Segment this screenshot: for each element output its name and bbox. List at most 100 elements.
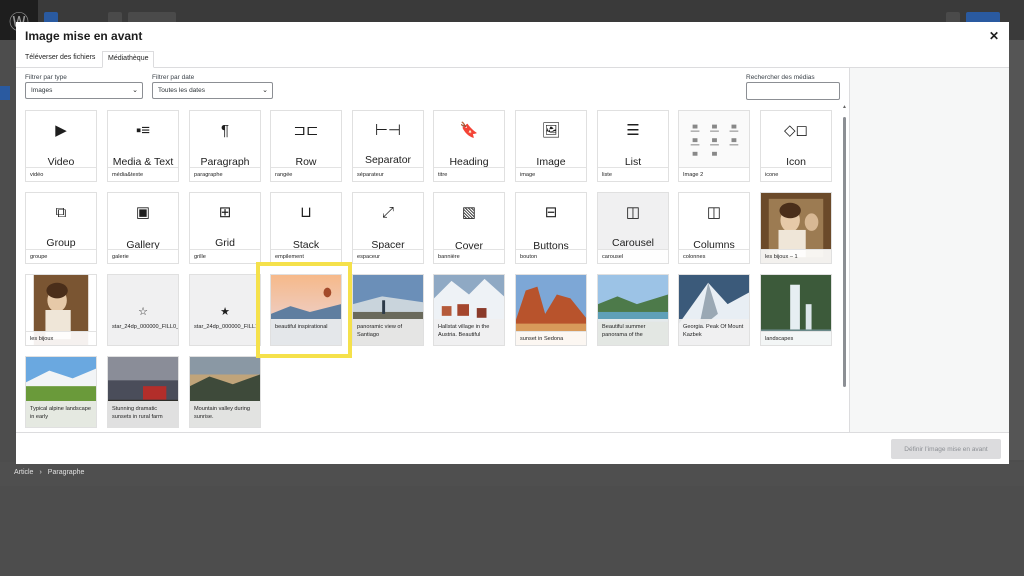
star-outline-icon: ☆	[138, 306, 148, 318]
tile-title: Carousel	[611, 237, 655, 249]
media-tile-summer-panorama[interactable]: Beautiful summer panorama of the	[597, 274, 669, 346]
tile-caption: panoramic view of Santiago	[353, 319, 423, 345]
gallery-icon: ▣	[135, 204, 151, 221]
tile-caption: média&texte	[108, 167, 178, 181]
media-tile-gallery[interactable]: ▣ Gallery galerie	[107, 192, 179, 264]
tile-caption: titre	[434, 167, 504, 181]
tile-caption: Stunning dramatic sunsets in rural farm	[108, 401, 178, 427]
media-tile-row[interactable]: ⊐⊏ Row rangée	[270, 110, 342, 182]
media-tile-carousel[interactable]: ◫ Carousel carousel	[597, 192, 669, 264]
scroll-up-icon[interactable]: ▲	[842, 104, 847, 110]
row-icon: ⊐⊏	[293, 122, 319, 139]
paragraph-icon: ¶	[220, 122, 230, 139]
tile-caption: espaceur	[353, 249, 423, 263]
tile-caption: image	[516, 167, 586, 181]
breadcrumb-item[interactable]: Article	[14, 469, 33, 476]
media-tile-star-filled[interactable]: ★ star_24dp_000000_FILL1_wght400_GRAD0	[189, 274, 261, 346]
media-tile-georgia[interactable]: Georgia. Peak Of Mount Kazbek	[678, 274, 750, 346]
buttons-icon: ⊟	[544, 204, 558, 221]
media-tile-paragraph[interactable]: ¶ Paragraph paragraphe	[189, 110, 261, 182]
tile-caption: icone	[761, 167, 831, 181]
tile-caption: galerie	[108, 249, 178, 263]
resize-icon: ⤢	[381, 204, 394, 221]
tile-caption: rangée	[271, 167, 341, 181]
scroll-thumb[interactable]	[843, 117, 846, 387]
media-tile-landscapes[interactable]: landscapes	[760, 274, 832, 346]
chevron-down-icon: ⌄	[132, 87, 138, 94]
filter-type-label: Filtrer par type	[25, 74, 67, 81]
tile-caption: Image 2	[679, 167, 749, 181]
tile-caption: landscapes	[761, 331, 831, 345]
media-tile-group[interactable]: ⧉ Group groupe	[25, 192, 97, 264]
filter-date-select[interactable]: Toutes les dates ⌄	[152, 82, 273, 99]
media-tile-les-bijoux[interactable]: les bijoux	[25, 274, 97, 346]
list-icon: ☰	[626, 122, 640, 139]
selection-highlight	[256, 262, 352, 358]
tile-caption: paragraphe	[190, 167, 260, 181]
modal-tabs: Téléverser des fichiers Médiathèque	[16, 48, 1009, 68]
grid-icon: ⊞	[218, 204, 232, 221]
media-tile-columns[interactable]: ◫ Columns colonnes	[678, 192, 750, 264]
filter-date-value: Toutes les dates	[158, 87, 205, 94]
media-tile-image-2[interactable]: Image 2	[678, 110, 750, 182]
media-tile-hallstat[interactable]: Hallstat village in the Austria. Beautif…	[433, 274, 505, 346]
media-tile-spacer[interactable]: ⤢ Spacer espaceur	[352, 192, 424, 264]
media-tile-cover[interactable]: ▧ Cover bannière	[433, 192, 505, 264]
tile-caption: groupe	[26, 249, 96, 263]
set-featured-image-button[interactable]: Définir l’image mise en avant	[891, 439, 1001, 459]
play-icon: ▶	[55, 122, 67, 139]
tile-title: Group	[46, 237, 76, 249]
tile-caption: Mountain valley during sunrise.	[190, 401, 260, 427]
search-media-input[interactable]	[746, 82, 840, 100]
media-tile-stack[interactable]: ⊔ Stack empilement	[270, 192, 342, 264]
editor-left-marker	[0, 86, 10, 100]
tile-caption: Hallstat village in the Austria. Beautif…	[434, 319, 504, 345]
media-tile-media-text[interactable]: ▪≡ Media & Text média&texte	[107, 110, 179, 182]
modal-title: Image mise en avant	[25, 29, 143, 43]
media-tile-mountain-valley[interactable]: Mountain valley during sunrise.	[189, 356, 261, 428]
tile-caption: star_24dp_000000_FILL0_wght400_GRAD0	[108, 319, 178, 345]
filter-type-select[interactable]: Images ⌄	[25, 82, 143, 99]
media-scrollbar[interactable]: ▲ ▼	[842, 104, 847, 438]
media-tile-heading[interactable]: 🔖 Heading titre	[433, 110, 505, 182]
media-tile-buttons[interactable]: ⊟ Buttons bouton	[515, 192, 587, 264]
breadcrumb: Article › Paragraphe	[14, 469, 84, 476]
chevron-right-icon: ›	[39, 469, 42, 476]
tile-caption: bouton	[516, 249, 586, 263]
tile-caption: séparateur	[353, 167, 423, 181]
search-media-label: Rechercher des médias	[746, 74, 815, 81]
attachment-details-panel	[849, 68, 1009, 432]
filter-type-value: Images	[31, 87, 53, 94]
group-icon: ⧉	[55, 204, 67, 221]
media-text-icon: ▪≡	[135, 122, 151, 139]
media-tile-image[interactable]: 🖼 Image image	[515, 110, 587, 182]
editor-footer	[0, 462, 1024, 486]
media-tile-grid[interactable]: ⊞ Grid grille	[189, 192, 261, 264]
close-icon[interactable]: ✕	[987, 29, 1001, 43]
tile-caption: les bijoux – 1	[761, 249, 831, 263]
media-tile-les-bijoux-1[interactable]: les bijoux – 1	[760, 192, 832, 264]
bookmark-icon: 🔖	[459, 122, 479, 139]
media-tile-sedona[interactable]: sunset in Sedona	[515, 274, 587, 346]
media-tile-video[interactable]: ▶ Video vidéo	[25, 110, 97, 182]
media-tile-list[interactable]: ☰ List liste	[597, 110, 669, 182]
tile-caption: carousel	[598, 249, 668, 263]
tile-caption: Georgia. Peak Of Mount Kazbek	[679, 319, 749, 345]
tile-caption: empilement	[271, 249, 341, 263]
tile-caption: vidéo	[26, 167, 96, 181]
tile-caption: les bijoux	[26, 331, 96, 345]
media-tile-alpine[interactable]: Typical alpine landscape in early	[25, 356, 97, 428]
media-tile-stunning-sunsets[interactable]: Stunning dramatic sunsets in rural farm	[107, 356, 179, 428]
media-tile-santiago[interactable]: panoramic view of Santiago	[352, 274, 424, 346]
tab-upload-files[interactable]: Téléverser des fichiers	[20, 51, 100, 68]
media-tile-separator[interactable]: ⊢⊣ Separator séparateur	[352, 110, 424, 182]
media-tile-icon[interactable]: ◇◻ Icon icone	[760, 110, 832, 182]
separator-icon: ⊢⊣	[374, 122, 402, 139]
filter-date-label: Filtrer par date	[152, 74, 195, 81]
cover-icon: ▧	[461, 204, 477, 221]
stack-icon: ⊔	[300, 204, 312, 221]
breadcrumb-item[interactable]: Paragraphe	[48, 469, 85, 476]
tab-media-library[interactable]: Médiathèque	[102, 51, 155, 68]
media-tile-star-outline[interactable]: ☆ star_24dp_000000_FILL0_wght400_GRAD0	[107, 274, 179, 346]
star-filled-icon: ★	[220, 306, 230, 318]
